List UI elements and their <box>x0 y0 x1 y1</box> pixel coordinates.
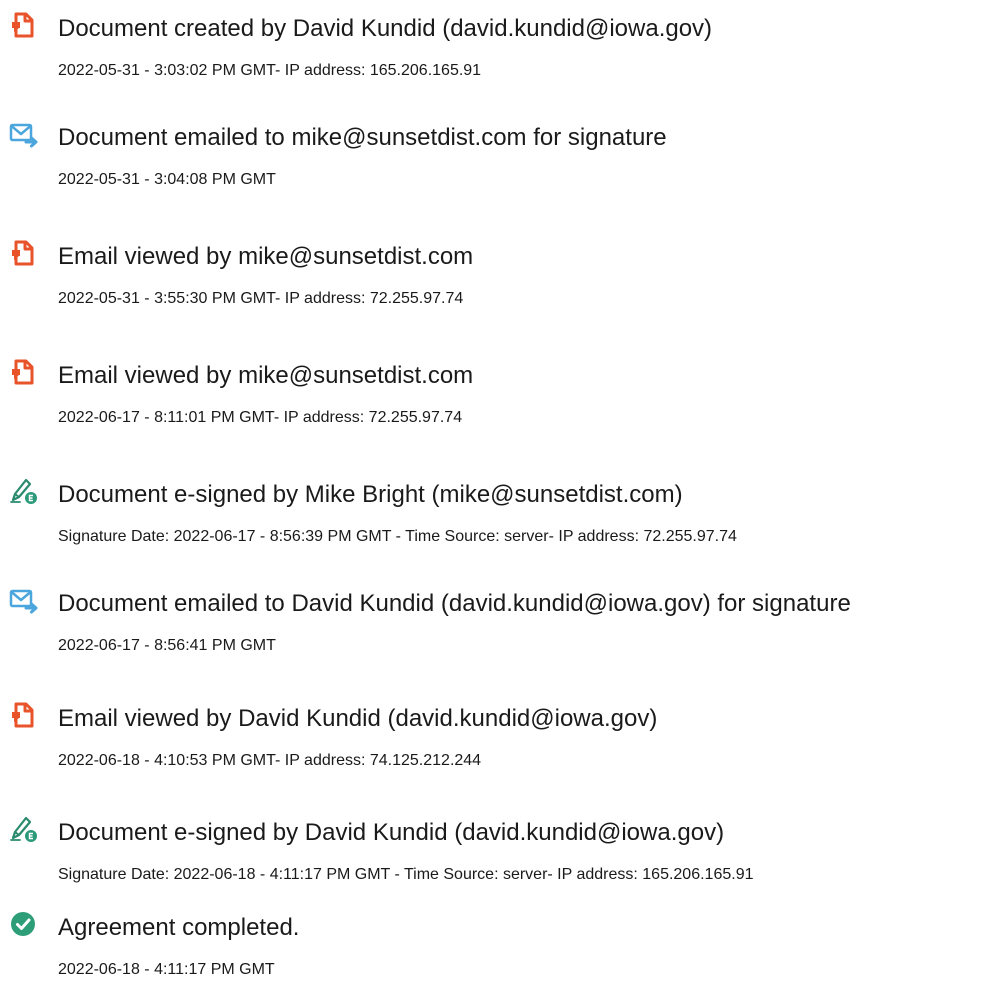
event-detail: 2022-05-31 - 3:55:30 PM GMT- IP address:… <box>58 290 464 307</box>
audit-event-document-emailed: Document emailed to mike@sunsetdist.com … <box>0 117 986 197</box>
event-detail: 2022-06-17 - 8:56:41 PM GMT <box>58 637 276 654</box>
document-icon <box>8 357 38 387</box>
esign-pen-icon <box>8 814 38 844</box>
audit-event-agreement-completed: Agreement completed. 2022-06-18 - 4:11:1… <box>0 907 986 987</box>
event-title: Email viewed by mike@sunsetdist.com <box>58 243 474 270</box>
audit-event-email-viewed: Email viewed by mike@sunsetdist.com 2022… <box>0 236 986 316</box>
email-send-icon <box>8 119 38 149</box>
document-icon <box>8 238 38 268</box>
audit-event-document-created: Document created by David Kundid (david.… <box>0 8 986 88</box>
audit-event-document-esigned: Document e-signed by Mike Bright (mike@s… <box>0 474 986 554</box>
event-title: Document e-signed by David Kundid (david… <box>58 819 725 846</box>
event-detail: 2022-06-18 - 4:10:53 PM GMT- IP address:… <box>58 752 482 769</box>
document-icon <box>8 700 38 730</box>
event-detail: Signature Date: 2022-06-17 - 8:56:39 PM … <box>58 528 737 545</box>
audit-event-email-viewed: Email viewed by mike@sunsetdist.com 2022… <box>0 355 986 435</box>
event-detail: 2022-05-31 - 3:03:02 PM GMT- IP address:… <box>58 62 482 79</box>
event-title: Document created by David Kundid (david.… <box>58 15 713 42</box>
checkmark-circle-icon <box>8 909 38 939</box>
esign-pen-icon <box>8 476 38 506</box>
audit-history-list: Document created by David Kundid (david.… <box>0 0 986 994</box>
audit-event-document-emailed: Document emailed to David Kundid (david.… <box>0 583 986 663</box>
email-send-icon <box>8 585 38 615</box>
audit-event-document-esigned: Document e-signed by David Kundid (david… <box>0 812 986 892</box>
event-detail: Signature Date: 2022-06-18 - 4:11:17 PM … <box>58 866 754 883</box>
event-title: Document e-signed by Mike Bright (mike@s… <box>58 481 683 508</box>
event-detail: 2022-06-18 - 4:11:17 PM GMT <box>58 961 275 978</box>
event-title: Email viewed by mike@sunsetdist.com <box>58 362 474 389</box>
event-title: Agreement completed. <box>58 914 300 941</box>
event-title: Document emailed to mike@sunsetdist.com … <box>58 124 667 151</box>
event-title: Document emailed to David Kundid (david.… <box>58 590 851 617</box>
event-detail: 2022-05-31 - 3:04:08 PM GMT <box>58 171 276 188</box>
audit-event-email-viewed: Email viewed by David Kundid (david.kund… <box>0 698 986 778</box>
document-icon <box>8 10 38 40</box>
event-detail: 2022-06-17 - 8:11:01 PM GMT- IP address:… <box>58 409 463 426</box>
event-title: Email viewed by David Kundid (david.kund… <box>58 705 658 732</box>
